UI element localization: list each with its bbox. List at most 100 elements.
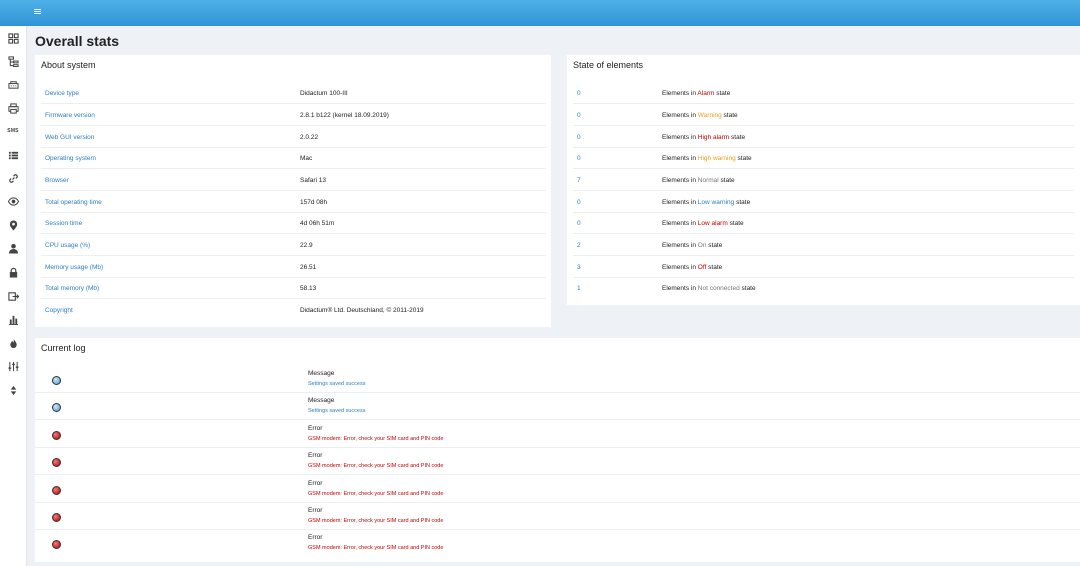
state-prefix: Elements in (662, 220, 698, 227)
log-message: GSM modem: Error, check your SIM card an… (308, 490, 444, 497)
fire-icon[interactable] (0, 335, 26, 351)
about-row-os: Operating system Mac (41, 148, 546, 169)
log-type: Message (308, 397, 335, 405)
state-suffix: state (735, 155, 752, 162)
lock-icon[interactable] (0, 264, 26, 280)
state-count[interactable]: 1 (577, 285, 581, 292)
about-row-browser: Browser Safari 13 (41, 170, 546, 191)
about-value: Safari 13 (300, 177, 327, 184)
about-value: Mac (300, 155, 313, 162)
printer-icon[interactable] (0, 100, 26, 116)
state-row: 7 Elements in Normal state (573, 170, 1074, 191)
current-log-title: Current log (41, 343, 86, 353)
log-type: Error (308, 534, 323, 542)
log-entry: Error GSM modem: Error, check your SIM ca… (35, 530, 1080, 557)
state-suffix: state (718, 177, 735, 184)
state-count[interactable]: 3 (577, 264, 581, 271)
state-row: 0 Elements in Alarm state (573, 83, 1074, 104)
about-system-panel: About system Device type Didactum 100-II… (35, 55, 551, 327)
log-entry: Message Settings saved success (35, 393, 1080, 421)
state-row: 0 Elements in Low alarm state (573, 213, 1074, 234)
state-description: Elements in Low alarm state (662, 220, 744, 227)
state-name: Low alarm (697, 220, 728, 227)
bar-chart-icon[interactable] (0, 311, 26, 327)
about-row-device-type: Device type Didactum 100-III (41, 83, 546, 104)
state-name: Alarm (697, 90, 715, 97)
state-count[interactable]: 0 (577, 155, 581, 162)
error-status-icon (52, 485, 61, 495)
map-marker-icon[interactable] (0, 217, 26, 233)
dashboard-icon[interactable] (0, 30, 26, 46)
top-bar: ≡ (0, 0, 1080, 26)
about-row-firmware: Firmware version 2.8.1 b122 (kernel 18.0… (41, 105, 546, 126)
state-suffix: state (729, 134, 746, 141)
state-count[interactable]: 0 (577, 112, 581, 119)
about-label: Copyright (45, 307, 73, 314)
export-icon[interactable] (0, 288, 26, 304)
state-prefix: Elements in (662, 90, 698, 97)
about-label: Operating system (45, 155, 96, 162)
state-suffix: state (734, 199, 751, 206)
hamburger-icon[interactable]: ≡ (33, 6, 42, 18)
state-suffix: state (739, 285, 756, 292)
info-status-icon (52, 403, 61, 413)
state-name: Warning (697, 112, 722, 119)
state-count[interactable]: 0 (577, 134, 581, 141)
state-description: Elements in Off state (662, 264, 722, 271)
list-icon[interactable] (0, 147, 26, 163)
state-description: Elements in High alarm state (662, 134, 745, 141)
state-count[interactable]: 0 (577, 90, 581, 97)
about-label: Session time (45, 220, 83, 227)
about-label: Firmware version (45, 112, 95, 119)
about-label: Device type (45, 90, 79, 97)
log-message: GSM modem: Error, check your SIM card an… (308, 463, 444, 470)
state-of-elements-panel: State of elements 0 Elements in Alarm sta… (567, 55, 1080, 305)
state-count[interactable]: 2 (577, 242, 581, 249)
log-type: Error (308, 452, 323, 460)
about-value: Didactum 100-III (300, 90, 348, 97)
error-status-icon (52, 540, 61, 550)
state-name: Normal (697, 177, 719, 184)
state-prefix: Elements in (662, 264, 698, 271)
state-count[interactable]: 0 (577, 220, 581, 227)
about-value: 2.0.22 (300, 134, 319, 141)
about-value: Didactum® Ltd. Deutschland, © 2011-2019 (300, 307, 424, 314)
device-icon[interactable] (0, 76, 26, 92)
log-message: GSM modem: Error, check your SIM card an… (308, 545, 444, 552)
log-type: Error (308, 479, 323, 487)
sidebar: SMS (0, 26, 27, 566)
state-name: Not connected (697, 285, 740, 292)
state-row: 3 Elements in Off state (573, 257, 1074, 278)
tree-icon[interactable] (0, 53, 26, 69)
about-value: 4d 06h 51m (300, 220, 335, 227)
state-prefix: Elements in (662, 242, 698, 249)
error-status-icon (52, 513, 61, 522)
about-label: Total operating time (45, 199, 102, 206)
log-entry: Message Settings saved success (35, 366, 1080, 393)
link-icon[interactable] (0, 170, 26, 186)
state-count[interactable]: 0 (577, 199, 581, 206)
sms-icon-label: SMS (7, 128, 19, 134)
state-description: Elements in On state (662, 242, 722, 249)
log-entry: Error GSM modem: Error, check your SIM ca… (35, 476, 1080, 503)
about-row-session-time: Session time 4d 06h 51m (41, 213, 546, 234)
about-value: 157d 08h (300, 199, 328, 206)
info-status-icon (52, 376, 61, 385)
log-message: Settings saved success (308, 408, 366, 415)
sort-icon[interactable] (0, 382, 26, 398)
error-status-icon (52, 430, 61, 440)
eye-icon[interactable] (0, 193, 26, 209)
about-system-title: About system (41, 60, 96, 70)
log-message: GSM modem: Error, check your SIM card an… (308, 435, 444, 442)
state-description: Elements in Not connected state (662, 285, 756, 292)
state-row: 1 Elements in Not connected state (573, 278, 1074, 299)
sms-icon[interactable]: SMS (0, 123, 26, 139)
state-description: Elements in High warning state (662, 155, 752, 162)
user-icon[interactable] (0, 240, 26, 256)
about-row-memory-usage: Memory usage (Mb) 26.51 (41, 257, 546, 278)
state-row: 0 Elements in High alarm state (573, 127, 1074, 148)
about-row-web-gui: Web GUI version 2.0.22 (41, 127, 546, 148)
log-type: Error (308, 424, 323, 432)
state-count[interactable]: 7 (577, 177, 581, 184)
sliders-icon[interactable] (0, 358, 26, 374)
